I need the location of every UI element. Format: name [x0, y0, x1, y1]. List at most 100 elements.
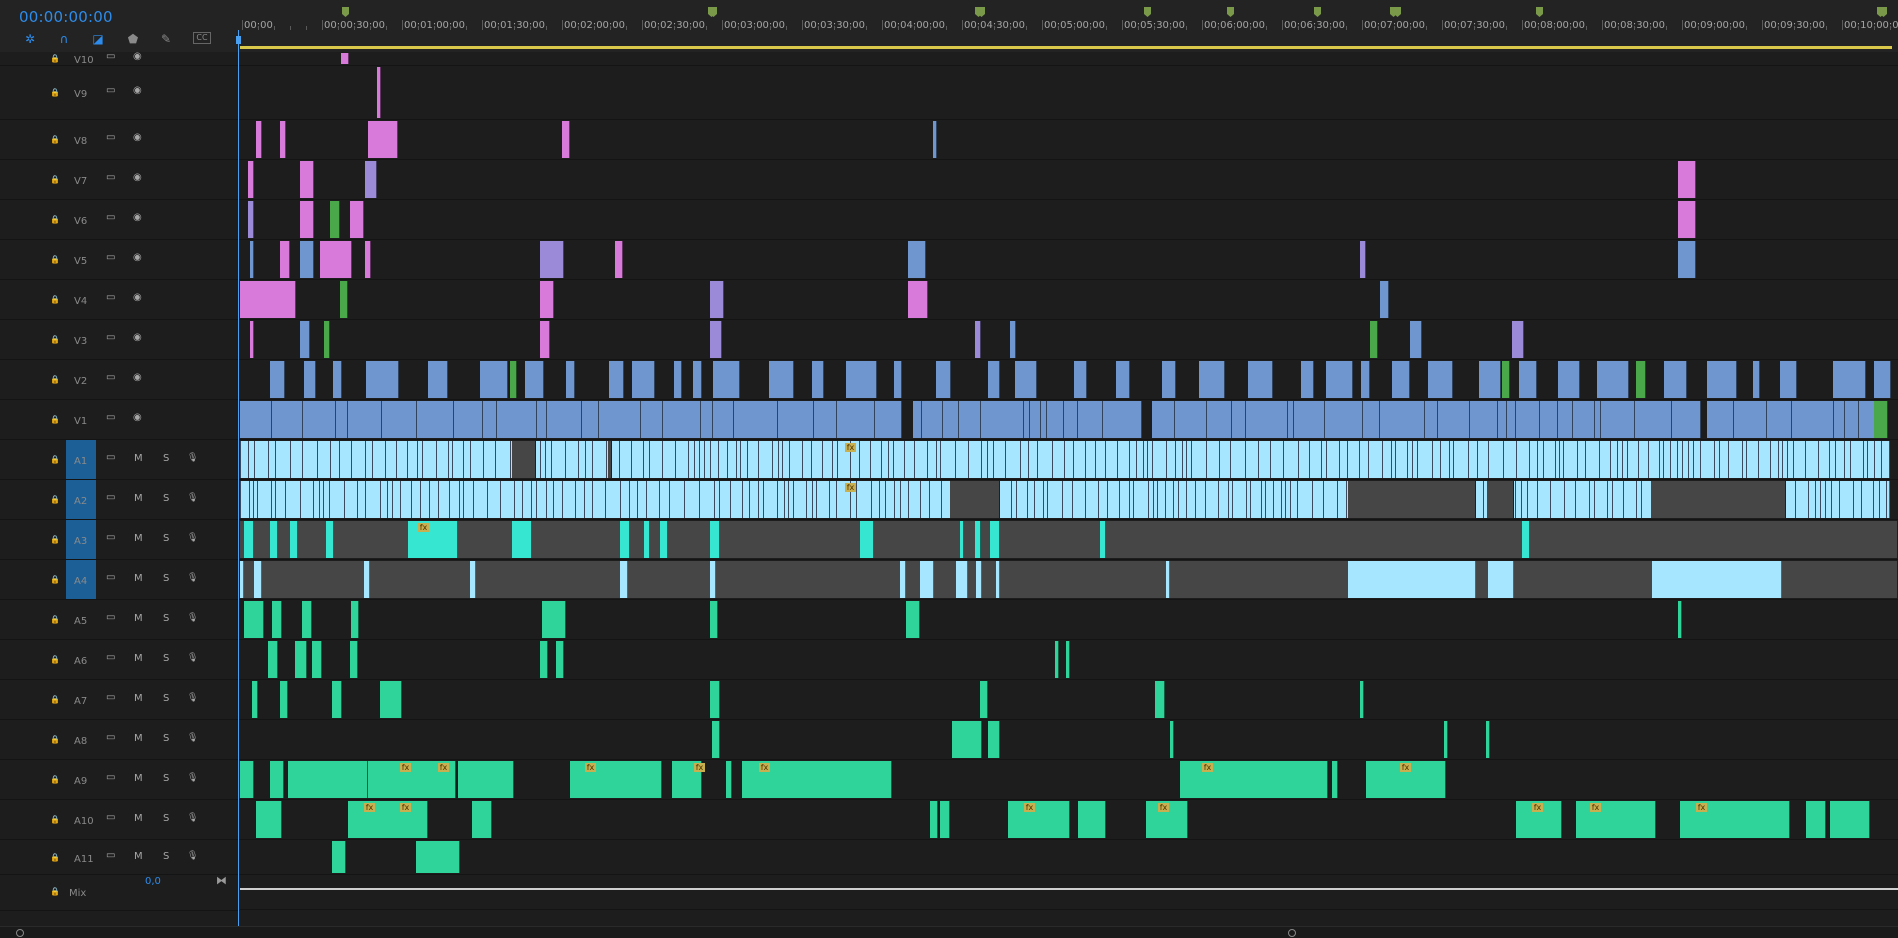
- mute-button[interactable]: M: [134, 851, 143, 863]
- scroll-start-handle[interactable]: [16, 929, 24, 937]
- video-clip[interactable]: [280, 121, 286, 158]
- mix-volume-value[interactable]: 0,0: [145, 876, 161, 887]
- video-clip[interactable]: [1635, 401, 1672, 438]
- horizontal-scrollbar[interactable]: [0, 926, 1898, 938]
- video-clip[interactable]: [454, 401, 483, 438]
- audio-clip[interactable]: [1155, 681, 1165, 718]
- solo-button[interactable]: S: [163, 851, 169, 863]
- audio-clip[interactable]: [960, 521, 964, 558]
- video-track-header[interactable]: 🔒 V8 ▭ ◉: [0, 120, 240, 160]
- lock-icon[interactable]: 🔒: [50, 655, 60, 665]
- video-clip[interactable]: [1015, 361, 1037, 398]
- audio-clip[interactable]: [976, 561, 982, 598]
- audio-clip[interactable]: [1008, 801, 1070, 838]
- sync-lock-icon[interactable]: ▭: [106, 612, 115, 624]
- solo-button[interactable]: S: [163, 453, 169, 465]
- eye-icon[interactable]: ◉: [133, 332, 142, 344]
- toggle-sync-icon[interactable]: ▭: [106, 292, 115, 304]
- video-clip[interactable]: [300, 201, 314, 238]
- video-clip[interactable]: [1767, 401, 1792, 438]
- eye-icon[interactable]: ◉: [133, 292, 142, 304]
- video-clip[interactable]: [632, 361, 655, 398]
- audio-clip[interactable]: [240, 561, 244, 598]
- video-track-header[interactable]: 🔒 V6 ▭ ◉: [0, 200, 240, 240]
- audio-gap[interactable]: [950, 481, 1000, 518]
- audio-clip[interactable]: [1444, 721, 1448, 758]
- audio-track-header[interactable]: 🔒 A2 ▭ M S 🎙: [0, 480, 240, 520]
- audio-clip[interactable]: [1576, 801, 1656, 838]
- audio-track-header[interactable]: 🔒 A6 ▭ M S 🎙: [0, 640, 240, 680]
- video-clip[interactable]: [537, 401, 547, 438]
- video-clip[interactable]: [1248, 361, 1273, 398]
- video-clip[interactable]: [1502, 361, 1510, 398]
- mute-button[interactable]: M: [134, 573, 143, 585]
- marker-icon[interactable]: [1536, 7, 1543, 17]
- video-clip[interactable]: [936, 361, 951, 398]
- video-track-header[interactable]: 🔒 V4 ▭ ◉: [0, 280, 240, 320]
- toggle-sync-icon[interactable]: ▭: [106, 132, 115, 144]
- video-clip[interactable]: [769, 361, 794, 398]
- video-clip[interactable]: [510, 361, 517, 398]
- microphone-icon[interactable]: 🎙: [187, 692, 198, 704]
- audio-clip[interactable]: [472, 801, 492, 838]
- video-clip[interactable]: [303, 401, 336, 438]
- video-clip[interactable]: [1199, 361, 1225, 398]
- audio-clip[interactable]: [1066, 641, 1070, 678]
- microphone-icon[interactable]: 🎙: [187, 812, 198, 824]
- audio-clip[interactable]: [1522, 521, 1530, 558]
- audio-clip[interactable]: [556, 641, 564, 678]
- microphone-icon[interactable]: 🎙: [187, 652, 198, 664]
- audio-clip[interactable]: [930, 801, 938, 838]
- mute-button[interactable]: M: [134, 813, 143, 825]
- video-clip[interactable]: [428, 361, 448, 398]
- lock-icon[interactable]: 🔒: [50, 853, 60, 863]
- video-clip[interactable]: [908, 281, 928, 318]
- audio-clip[interactable]: [252, 681, 258, 718]
- video-track-header[interactable]: 🔒 V2 ▭ ◉: [0, 360, 240, 400]
- mute-button[interactable]: M: [134, 613, 143, 625]
- audio-clip[interactable]: [270, 761, 284, 798]
- video-clip[interactable]: [663, 401, 701, 438]
- video-clip[interactable]: [1301, 361, 1314, 398]
- audio-clip[interactable]: [542, 601, 566, 638]
- audio-clip[interactable]: [295, 641, 307, 678]
- video-clip[interactable]: [1232, 401, 1246, 438]
- video-clip[interactable]: [368, 121, 398, 158]
- video-clip[interactable]: [336, 401, 348, 438]
- audio-clip[interactable]: [1170, 721, 1174, 758]
- audio-clip[interactable]: [280, 681, 288, 718]
- video-clip[interactable]: [710, 281, 724, 318]
- video-clip[interactable]: [1792, 401, 1834, 438]
- audio-clip[interactable]: [268, 641, 278, 678]
- video-clip[interactable]: [1707, 401, 1734, 438]
- sync-lock-icon[interactable]: ▭: [106, 572, 115, 584]
- video-clip[interactable]: [1370, 321, 1378, 358]
- video-track-header[interactable]: 🔒 V10 ▭ ◉: [0, 51, 240, 66]
- snap-icon[interactable]: ✲: [23, 32, 37, 46]
- eye-icon[interactable]: ◉: [133, 412, 142, 424]
- lock-icon[interactable]: 🔒: [50, 335, 60, 345]
- video-clip[interactable]: [366, 361, 399, 398]
- lock-icon[interactable]: 🔒: [50, 575, 60, 585]
- video-clip[interactable]: [300, 321, 310, 358]
- audio-clip[interactable]: [1678, 601, 1682, 638]
- video-clip[interactable]: [382, 401, 417, 438]
- lock-icon[interactable]: 🔒: [50, 175, 60, 185]
- video-clip[interactable]: [250, 321, 254, 358]
- audio-gap[interactable]: [512, 441, 536, 478]
- lock-icon[interactable]: 🔒: [50, 535, 60, 545]
- audio-clip[interactable]: [512, 521, 532, 558]
- video-clip[interactable]: [981, 401, 1024, 438]
- video-clip[interactable]: [1753, 361, 1760, 398]
- video-clip[interactable]: [1874, 361, 1891, 398]
- audio-track-header[interactable]: 🔒 A1 ▭ M S 🎙: [0, 440, 240, 480]
- audio-clip[interactable]: [1486, 721, 1490, 758]
- video-clip[interactable]: [480, 361, 508, 398]
- audio-track-header[interactable]: 🔒 A5 ▭ M S 🎙: [0, 600, 240, 640]
- playhead-timecode[interactable]: 00:00:00:00: [19, 8, 113, 26]
- audio-gap[interactable]: [608, 441, 612, 478]
- lock-icon[interactable]: 🔒: [50, 495, 60, 505]
- audio-clip[interactable]: [254, 561, 262, 598]
- video-clip[interactable]: [333, 361, 342, 398]
- sync-lock-icon[interactable]: ▭: [106, 772, 115, 784]
